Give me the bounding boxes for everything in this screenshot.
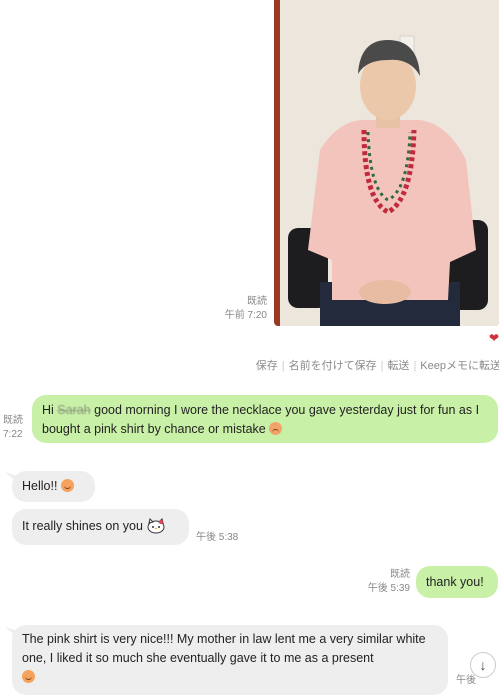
message-time: 午前 7:20 xyxy=(224,310,267,321)
forward-button[interactable]: 転送 xyxy=(387,360,409,372)
outgoing-message-bubble[interactable]: thank you! xyxy=(416,566,498,598)
save-as-button[interactable]: 名前を付けて保存 xyxy=(289,360,377,372)
message-time: 午後 5:39 xyxy=(367,583,410,594)
smiling-face-emoji xyxy=(60,479,74,492)
message-meta: 既読 7:22 xyxy=(3,414,23,442)
scroll-down-arrow-icon[interactable]: ↓ xyxy=(470,652,496,678)
keep-memo-button[interactable]: Keepメモに転送 xyxy=(420,360,499,372)
message-text: Hi xyxy=(42,403,58,417)
read-receipt: 既読 xyxy=(3,415,23,426)
message-text: Hello!! xyxy=(22,479,58,493)
smiling-face-emoji xyxy=(22,670,35,683)
message-time: 午後 5:38 xyxy=(196,532,239,543)
message-text: good morning I wore the necklace you gav… xyxy=(42,403,480,436)
incoming-message-bubble[interactable]: Hello!! xyxy=(12,471,95,502)
outgoing-message-bubble[interactable]: Hi Sarah good morning I wore the necklac… xyxy=(32,395,498,443)
divider: | xyxy=(413,360,417,372)
redacted-name: Sarah xyxy=(57,403,91,417)
divider: | xyxy=(281,360,285,372)
message-meta: 既読 午後 5:39 xyxy=(368,568,410,596)
photo-image[interactable] xyxy=(280,0,499,326)
photo-message[interactable] xyxy=(274,0,499,326)
read-receipt: 既読 xyxy=(390,569,410,580)
save-button[interactable]: 保存 xyxy=(256,360,278,372)
photo-meta: 既読 午前 7:20 xyxy=(225,295,267,323)
message-time: 午後 xyxy=(456,675,476,686)
message-text: thank you! xyxy=(426,575,484,589)
divider: | xyxy=(380,360,384,372)
photo-action-bar: 保存 | 名前を付けて保存 | 転送 | Keepメモに転送 xyxy=(256,357,499,373)
message-meta: 午後 5:38 xyxy=(196,531,238,545)
incoming-message-bubble[interactable]: The pink shirt is very nice!!! My mother… xyxy=(12,625,448,695)
message-text: It really shines on you xyxy=(22,519,143,533)
read-receipt: 既読 xyxy=(247,296,267,307)
heart-icon[interactable]: ❤ xyxy=(489,332,499,344)
photo-illustration xyxy=(280,0,499,326)
message-time: 7:22 xyxy=(3,429,23,440)
hello-kitty-sticker-icon xyxy=(147,518,165,534)
message-text: The pink shirt is very nice!!! My mother… xyxy=(22,632,426,665)
message-meta: 午後 xyxy=(456,674,476,688)
incoming-message-bubble[interactable]: It really shines on you xyxy=(12,509,189,545)
worried-face-emoji xyxy=(269,422,283,435)
